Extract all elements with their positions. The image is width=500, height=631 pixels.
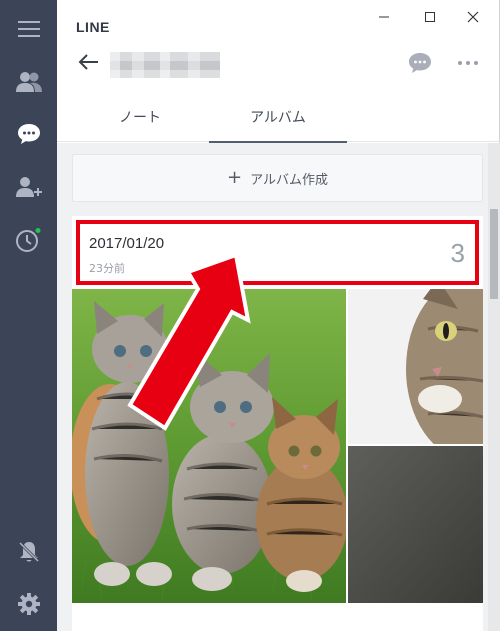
tab-album[interactable]: アルバム	[209, 92, 347, 143]
back-arrow-icon[interactable]	[77, 50, 101, 74]
friends-icon[interactable]	[0, 62, 57, 102]
album-card[interactable]: 2017/01/20 23分前 3	[72, 216, 483, 631]
more-icon[interactable]	[455, 50, 481, 76]
gray-photo[interactable]	[348, 446, 483, 603]
settings-icon[interactable]	[0, 584, 57, 624]
scrollbar[interactable]	[488, 143, 500, 631]
chat-name-blurred	[110, 52, 220, 78]
chat-header	[57, 40, 500, 86]
timeline-icon[interactable]	[0, 220, 57, 260]
highlight-box	[76, 220, 479, 285]
menu-icon[interactable]	[0, 9, 57, 49]
tabby-cat-photo[interactable]	[348, 289, 483, 444]
mute-bell-icon[interactable]	[0, 532, 57, 572]
scrollbar-thumb[interactable]	[490, 209, 498, 299]
maximize-icon[interactable]	[419, 6, 441, 28]
chat-icon[interactable]	[0, 114, 57, 154]
app-title: LINE	[76, 19, 110, 35]
chat-bubble-icon[interactable]	[407, 50, 433, 76]
close-icon[interactable]	[462, 6, 484, 28]
tab-note[interactable]: ノート	[97, 92, 183, 142]
tab-bar: ノート アルバム	[57, 92, 500, 143]
create-album-button[interactable]: + アルバム作成	[72, 154, 483, 202]
album-header[interactable]: 2017/01/20 23分前 3	[72, 216, 483, 290]
create-album-label: アルバム作成	[250, 172, 328, 188]
next-album-card[interactable]	[72, 611, 483, 631]
add-friend-icon[interactable]	[0, 168, 57, 208]
minimize-icon[interactable]	[373, 6, 395, 28]
line-app: LINE ノート アルバム + アルバム作成 2017/01/20 23分前 3	[0, 0, 500, 631]
kittens-photo[interactable]	[72, 289, 346, 603]
sidebar	[0, 0, 57, 631]
title-bar: LINE	[57, 0, 500, 40]
plus-icon: +	[227, 167, 243, 188]
main-panel: LINE ノート アルバム + アルバム作成 2017/01/20 23分前 3	[57, 0, 500, 631]
album-list: + アルバム作成 2017/01/20 23分前 3	[57, 143, 488, 631]
